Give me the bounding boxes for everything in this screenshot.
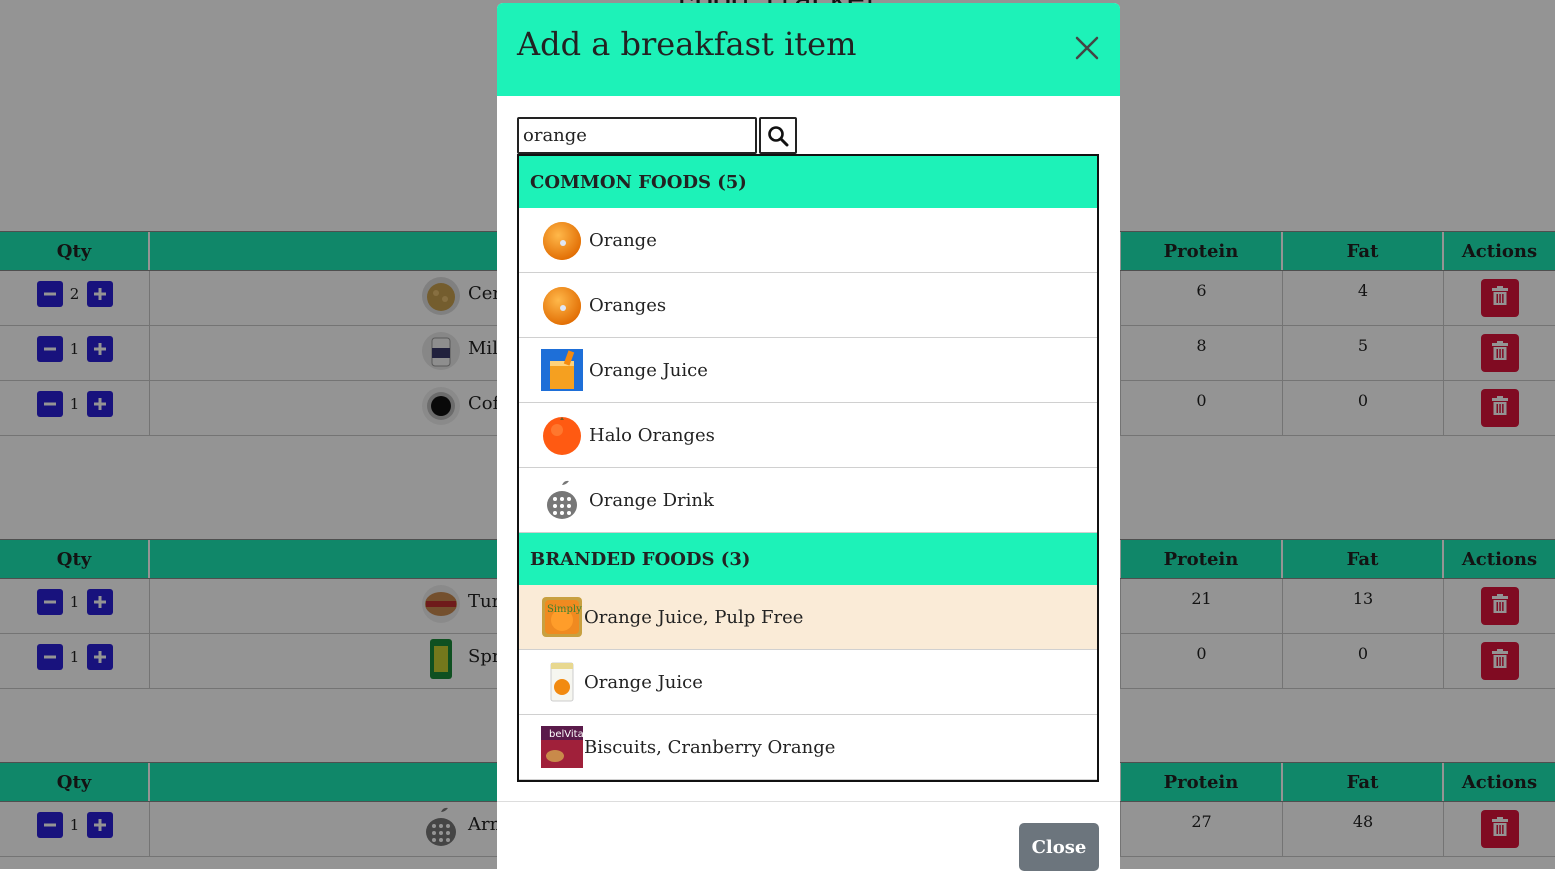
branded-foods-header: BRANDED FOODS (3) <box>519 533 1097 585</box>
search-results: COMMON FOODS (5) Orange Oranges Orange Jui… <box>517 154 1099 782</box>
food-thumbnail <box>541 219 583 261</box>
result-item-label: Biscuits, Cranberry Orange <box>584 736 836 758</box>
food-thumbnail: belVita <box>541 726 584 768</box>
result-item[interactable]: Oranges <box>519 273 1097 338</box>
result-item-label: Orange <box>589 229 657 251</box>
food-thumbnail <box>541 349 583 391</box>
search-icon <box>768 125 789 146</box>
food-thumbnail <box>541 414 583 456</box>
food-thumbnail <box>541 479 583 521</box>
add-item-modal: Add a breakfast item COMMON FOODS (5) Or… <box>497 3 1120 883</box>
search-input[interactable] <box>517 117 757 154</box>
search-button[interactable] <box>759 117 797 154</box>
result-item-label: Orange Juice <box>589 359 708 381</box>
svg-text:belVita: belVita <box>549 729 583 740</box>
close-button[interactable]: Close <box>1019 823 1099 871</box>
result-item[interactable]: Simply Orange Juice, Pulp Free <box>519 585 1097 650</box>
result-item[interactable]: Orange Juice <box>519 650 1097 715</box>
close-icon[interactable] <box>1072 33 1102 63</box>
result-item-label: Halo Oranges <box>589 424 715 446</box>
result-item[interactable]: belVita Biscuits, Cranberry Orange <box>519 715 1097 780</box>
modal-header: Add a breakfast item <box>497 3 1120 96</box>
svg-text:Simply: Simply <box>547 604 582 615</box>
result-item-label: Orange Juice <box>584 671 703 693</box>
result-item-label: Oranges <box>589 294 667 316</box>
result-item[interactable]: Halo Oranges <box>519 403 1097 468</box>
result-item[interactable]: Orange <box>519 208 1097 273</box>
result-item[interactable]: Orange Juice <box>519 338 1097 403</box>
food-thumbnail <box>541 284 583 326</box>
search-bar <box>517 117 797 154</box>
modal-footer: Close <box>497 801 1120 882</box>
result-item-label: Orange Juice, Pulp Free <box>584 606 804 628</box>
result-item[interactable]: Orange Drink <box>519 468 1097 533</box>
common-foods-header: COMMON FOODS (5) <box>519 156 1097 208</box>
modal-title: Add a breakfast item <box>517 25 857 63</box>
result-item-label: Orange Drink <box>589 489 714 511</box>
food-thumbnail <box>541 661 583 703</box>
food-thumbnail: Simply <box>541 596 583 638</box>
